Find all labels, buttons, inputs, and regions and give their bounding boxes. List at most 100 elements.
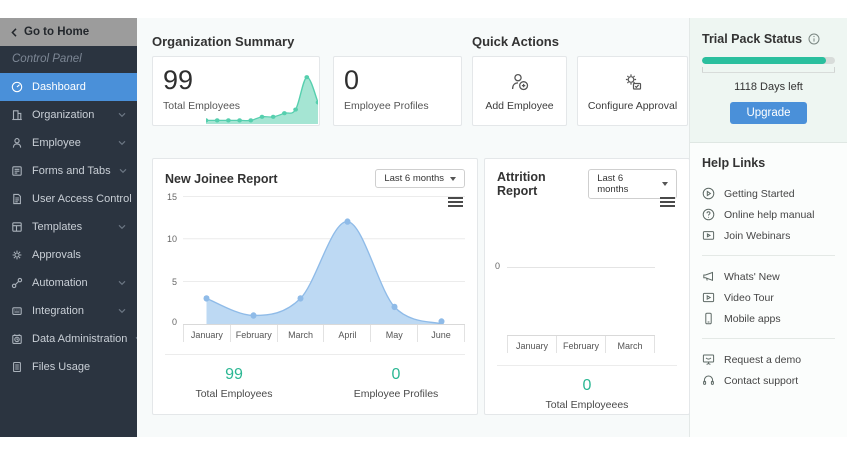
- help-link-online-help-manual[interactable]: Online help manual: [702, 204, 835, 225]
- person-icon: [11, 137, 24, 150]
- sidebar-item-label: Approvals: [32, 249, 81, 261]
- x-label: January: [507, 336, 557, 353]
- total-employees-card[interactable]: 99 Total Employees: [152, 56, 320, 126]
- sidebar-item-user-access-control[interactable]: User Access Control: [0, 185, 148, 213]
- sidebar-item-dashboard[interactable]: Dashboard: [0, 73, 137, 101]
- trial-progress-scale: [702, 67, 835, 73]
- sidebar-item-forms-and-tabs[interactable]: Forms and Tabs: [0, 157, 137, 185]
- help-link-label: Join Webinars: [724, 229, 791, 242]
- attrition-chart-menu-icon[interactable]: [660, 195, 675, 209]
- configure-approval-icon: [625, 73, 641, 90]
- help-link-label: Online help manual: [724, 208, 815, 221]
- new-joinee-range-dropdown[interactable]: Last 6 months: [375, 169, 465, 188]
- sidebar-item-label: Organization: [32, 109, 95, 121]
- trial-pack-title: Trial Pack Status: [702, 32, 803, 46]
- help-link-getting-started[interactable]: Getting Started: [702, 183, 835, 204]
- file-icon: [11, 361, 24, 374]
- help-link-request-a-demo[interactable]: Request a demo: [702, 349, 835, 370]
- trial-progress-bar: [702, 57, 835, 64]
- caret-down-icon: [662, 182, 668, 186]
- sidebar-item-files-usage[interactable]: Files Usage: [0, 353, 137, 381]
- days-left-label: 1118 Days left: [734, 81, 803, 93]
- attrition-stat-total-employees: 0 Total Employeees: [485, 377, 689, 411]
- question-circle-icon: [702, 208, 715, 221]
- ytick: 0: [171, 317, 177, 327]
- building-icon: [11, 109, 24, 122]
- new-joinee-range-value: Last 6 months: [384, 173, 444, 184]
- x-label: May: [371, 325, 419, 342]
- sidebar-item-label: Employee: [32, 137, 81, 149]
- ytick: 15: [166, 192, 177, 202]
- help-link-label: Whats' New: [724, 270, 780, 283]
- info-icon[interactable]: [808, 33, 820, 45]
- sidebar-item-label: Data Administration: [32, 333, 128, 345]
- chevron-down-icon: [118, 280, 126, 286]
- sidebar-item-label: Forms and Tabs: [32, 165, 111, 177]
- help-link-whats-new[interactable]: Whats' New: [702, 266, 835, 287]
- sidebar-item-label: User Access Control: [32, 193, 132, 205]
- sidebar-item-integration[interactable]: Integration: [0, 297, 137, 325]
- stat-label: Employee Profiles: [353, 388, 439, 400]
- help-link-mobile-apps[interactable]: Mobile apps: [702, 308, 835, 329]
- main-content: Organization Summary 99 Total Employees …: [137, 18, 690, 437]
- help-link-label: Contact support: [724, 374, 799, 387]
- ytick: 10: [166, 234, 177, 244]
- new-joinee-plot: 15 10 5 0: [167, 193, 465, 327]
- chevron-down-icon: [118, 224, 126, 230]
- attrition-plot: 0: [495, 207, 655, 335]
- new-joinee-stat-total-employees: 99 Total Employees: [153, 366, 315, 400]
- new-joinee-stat-employee-profiles: 0 Employee Profiles: [315, 366, 477, 400]
- x-label: January: [183, 325, 231, 342]
- help-link-label: Mobile apps: [724, 312, 781, 325]
- upgrade-button[interactable]: Upgrade: [730, 102, 807, 124]
- chevron-down-icon: [118, 112, 126, 118]
- video-icon: [702, 291, 715, 304]
- go-to-home-label: Go to Home: [24, 26, 90, 38]
- new-joinee-x-axis: January February March April May June: [183, 324, 465, 342]
- sidebar-item-employee[interactable]: Employee: [0, 129, 137, 157]
- chevron-down-icon: [119, 168, 127, 174]
- sidebar-item-automation[interactable]: Automation: [0, 269, 137, 297]
- stat-label: Total Employeees: [545, 399, 629, 411]
- x-label: February: [231, 325, 278, 342]
- sidebar-item-templates[interactable]: Templates: [0, 213, 137, 241]
- sidebar-item-label: Integration: [32, 305, 84, 317]
- sidebar-item-data-administration[interactable]: Data Administration: [0, 325, 143, 353]
- sidebar-item-label: Dashboard: [32, 81, 86, 93]
- employee-profiles-card[interactable]: 0 Employee Profiles: [333, 56, 462, 126]
- help-link-label: Getting Started: [724, 187, 795, 200]
- help-links-title: Help Links: [702, 156, 766, 170]
- template-icon: [11, 221, 24, 234]
- x-label: April: [324, 325, 372, 342]
- x-label: March: [278, 325, 325, 342]
- phone-icon: [702, 312, 715, 325]
- x-label: June: [418, 325, 465, 342]
- x-label: March: [606, 336, 655, 353]
- trial-pack-section: Trial Pack Status 1118 Days left Upgrade: [690, 18, 847, 143]
- new-joinee-area-chart: [183, 196, 465, 324]
- help-link-join-webinars[interactable]: Join Webinars: [702, 225, 835, 246]
- help-link-contact-support[interactable]: Contact support: [702, 370, 835, 391]
- attrition-range-value: Last 6 months: [597, 173, 629, 195]
- sidebar: Go to Home Control Panel Dashboard Organ…: [0, 18, 148, 437]
- new-joinee-report-title: New Joinee Report: [165, 171, 278, 186]
- sidebar-item-approvals[interactable]: Approvals: [0, 241, 137, 269]
- employee-profiles-value: 0: [344, 65, 360, 95]
- gear-check-icon: [11, 249, 24, 262]
- help-link-video-tour[interactable]: Video Tour: [702, 287, 835, 308]
- configure-approval-label: Configure Approval: [587, 99, 678, 112]
- help-links-divider: [702, 338, 835, 339]
- headset-icon: [702, 374, 715, 387]
- stat-value: 0: [391, 366, 401, 383]
- help-links-section: Help Links Getting Started Online help m…: [690, 143, 847, 437]
- add-employee-button[interactable]: Add Employee: [472, 56, 567, 126]
- presentation-icon: [702, 353, 715, 366]
- configure-approval-button[interactable]: Configure Approval: [577, 56, 688, 126]
- attrition-report-title: Attrition Report: [497, 170, 546, 198]
- sidebar-item-organization[interactable]: Organization: [0, 101, 137, 129]
- total-employees-label: Total Employees: [163, 100, 241, 112]
- right-panel: Trial Pack Status 1118 Days left Upgrade…: [690, 18, 847, 437]
- go-to-home-button[interactable]: Go to Home: [0, 18, 137, 46]
- chevron-left-icon: [11, 27, 17, 37]
- add-employee-label: Add Employee: [485, 99, 554, 112]
